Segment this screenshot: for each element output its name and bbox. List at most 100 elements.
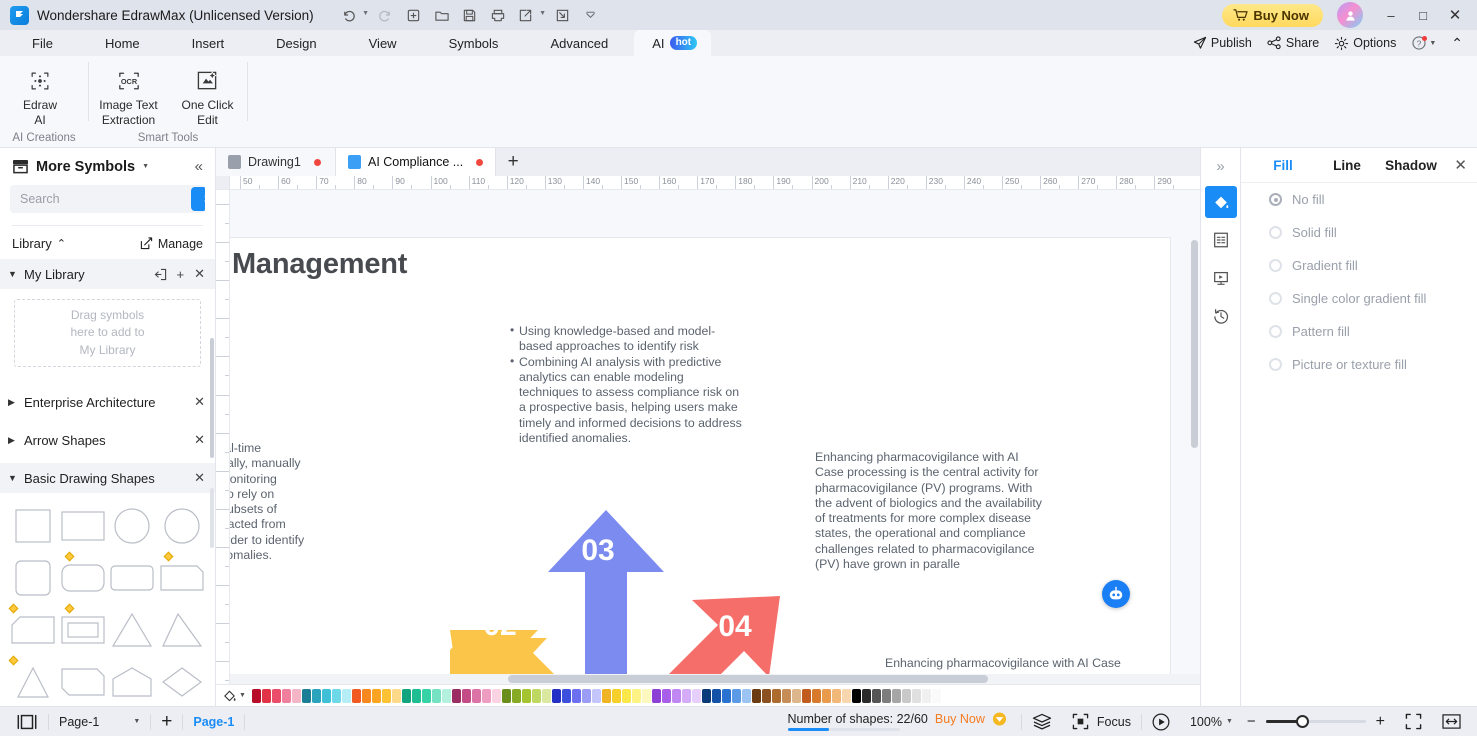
color-swatch[interactable] xyxy=(901,688,911,703)
library-group-my-library[interactable]: ▼ My Library + ✕ xyxy=(0,259,215,289)
shape-rectangle[interactable] xyxy=(58,505,108,547)
color-swatch[interactable] xyxy=(401,688,411,703)
text-block-bullets[interactable]: Using knowledge-based and model-based ap… xyxy=(510,323,745,446)
color-swatch[interactable] xyxy=(681,688,691,703)
color-swatch[interactable] xyxy=(641,688,651,703)
close-enterprise-architecture-icon[interactable]: ✕ xyxy=(194,394,205,410)
menu-item-file[interactable]: File xyxy=(6,30,79,56)
shape-ellipse[interactable] xyxy=(157,505,207,547)
color-swatch[interactable] xyxy=(501,688,511,703)
color-swatch[interactable] xyxy=(361,688,371,703)
shape-square[interactable] xyxy=(8,505,58,547)
fill-option-picture-or-texture-fill[interactable]: Picture or texture fill xyxy=(1241,348,1477,381)
tab-shadow[interactable]: Shadow xyxy=(1379,158,1443,173)
color-swatch[interactable] xyxy=(291,688,301,703)
color-swatch[interactable] xyxy=(531,688,541,703)
shape-frame[interactable] xyxy=(58,603,108,651)
color-swatch[interactable] xyxy=(851,688,861,703)
fill-option-gradient-fill[interactable]: Gradient fill xyxy=(1241,249,1477,282)
color-swatch[interactable] xyxy=(261,688,271,703)
color-swatch[interactable] xyxy=(431,688,441,703)
color-swatch[interactable] xyxy=(371,688,381,703)
color-swatch[interactable] xyxy=(281,688,291,703)
new-document-icon[interactable] xyxy=(401,3,427,27)
shape-diamond[interactable] xyxy=(157,661,207,703)
fill-option-single-color-gradient-fill[interactable]: Single color gradient fill xyxy=(1241,282,1477,315)
shape-rounded-rectangle[interactable] xyxy=(58,551,108,599)
color-swatch[interactable] xyxy=(461,688,471,703)
color-swatch[interactable] xyxy=(471,688,481,703)
menu-item-insert[interactable]: Insert xyxy=(166,30,251,56)
radio-pattern-fill[interactable] xyxy=(1269,325,1282,338)
color-swatch[interactable] xyxy=(601,688,611,703)
color-swatch[interactable] xyxy=(571,688,581,703)
drawing-page[interactable]: mpliance Management ory outlook rs expec… xyxy=(230,238,1170,684)
color-swatch[interactable] xyxy=(781,688,791,703)
color-swatch[interactable] xyxy=(591,688,601,703)
save-icon[interactable] xyxy=(457,3,483,27)
shape-cut-corner[interactable] xyxy=(8,603,58,651)
menu-item-home[interactable]: Home xyxy=(79,30,166,56)
fill-color-dropdown-icon[interactable]: ▼ xyxy=(239,692,246,699)
tab-fill[interactable]: Fill xyxy=(1251,158,1315,173)
search-input[interactable] xyxy=(10,192,191,206)
canvas-horizontal-scrollbar[interactable] xyxy=(508,675,988,683)
maximize-button[interactable]: □ xyxy=(1407,1,1439,29)
color-swatch[interactable] xyxy=(651,688,661,703)
page-properties-icon[interactable] xyxy=(1205,224,1237,256)
color-swatch[interactable] xyxy=(711,688,721,703)
help-button[interactable]: ? ▼ xyxy=(1405,35,1442,51)
help-dropdown-icon[interactable]: ▼ xyxy=(1429,40,1436,47)
zoom-in-button[interactable]: + xyxy=(1376,713,1385,731)
color-swatch[interactable] xyxy=(411,688,421,703)
options-button[interactable]: Options xyxy=(1328,36,1402,51)
color-swatch[interactable] xyxy=(701,688,711,703)
color-swatch[interactable] xyxy=(561,688,571,703)
color-swatch[interactable] xyxy=(871,688,881,703)
color-swatch[interactable] xyxy=(581,688,591,703)
color-swatch[interactable] xyxy=(761,688,771,703)
color-swatch[interactable] xyxy=(551,688,561,703)
symbols-panel-scrollbar-lower[interactable] xyxy=(210,488,214,548)
radio-picture-or-texture-fill[interactable] xyxy=(1269,358,1282,371)
color-swatch[interactable] xyxy=(481,688,491,703)
color-swatch[interactable] xyxy=(941,688,951,703)
library-collapse-icon[interactable]: ⌃ xyxy=(57,237,66,250)
color-swatch[interactable] xyxy=(311,688,321,703)
color-swatch[interactable] xyxy=(911,688,921,703)
share-button[interactable]: Share xyxy=(1261,36,1325,50)
close-button[interactable]: ✕ xyxy=(1439,1,1471,29)
library-group-arrow-shapes[interactable]: ▶ Arrow Shapes ✕ xyxy=(0,425,215,455)
fill-option-no-fill[interactable]: No fill xyxy=(1241,183,1477,216)
shape-circle[interactable] xyxy=(108,505,158,547)
radio-single-color-gradient-fill[interactable] xyxy=(1269,292,1282,305)
page-tab-page-1[interactable]: Page-1 xyxy=(183,707,244,736)
color-swatch[interactable] xyxy=(741,688,751,703)
shape-triangle[interactable] xyxy=(108,609,158,651)
color-swatch[interactable] xyxy=(831,688,841,703)
color-swatch[interactable] xyxy=(321,688,331,703)
color-swatch[interactable] xyxy=(421,688,431,703)
color-swatch[interactable] xyxy=(821,688,831,703)
print-icon[interactable] xyxy=(485,3,511,27)
more-symbols-dropdown-icon[interactable]: ▼ xyxy=(142,163,149,170)
shape-narrow-triangle[interactable] xyxy=(8,655,58,703)
color-swatch[interactable] xyxy=(511,688,521,703)
color-swatch[interactable] xyxy=(931,688,941,703)
avatar[interactable] xyxy=(1337,2,1363,28)
fill-option-pattern-fill[interactable]: Pattern fill xyxy=(1241,315,1477,348)
color-swatch[interactable] xyxy=(791,688,801,703)
buy-now-button[interactable]: Buy Now xyxy=(1222,3,1323,27)
slide-title[interactable]: mpliance Management xyxy=(230,248,407,281)
color-swatch[interactable] xyxy=(731,688,741,703)
color-swatch[interactable] xyxy=(891,688,901,703)
radio-solid-fill[interactable] xyxy=(1269,226,1282,239)
shape-right-triangle[interactable] xyxy=(157,609,207,651)
color-swatch[interactable] xyxy=(671,688,681,703)
color-swatch[interactable] xyxy=(771,688,781,703)
fill-color-tool[interactable]: ▼ xyxy=(220,688,252,703)
menu-item-ai[interactable]: AI hot xyxy=(634,30,712,56)
radio-gradient-fill[interactable] xyxy=(1269,259,1282,272)
presentation-icon[interactable] xyxy=(1205,262,1237,294)
color-swatch[interactable] xyxy=(521,688,531,703)
